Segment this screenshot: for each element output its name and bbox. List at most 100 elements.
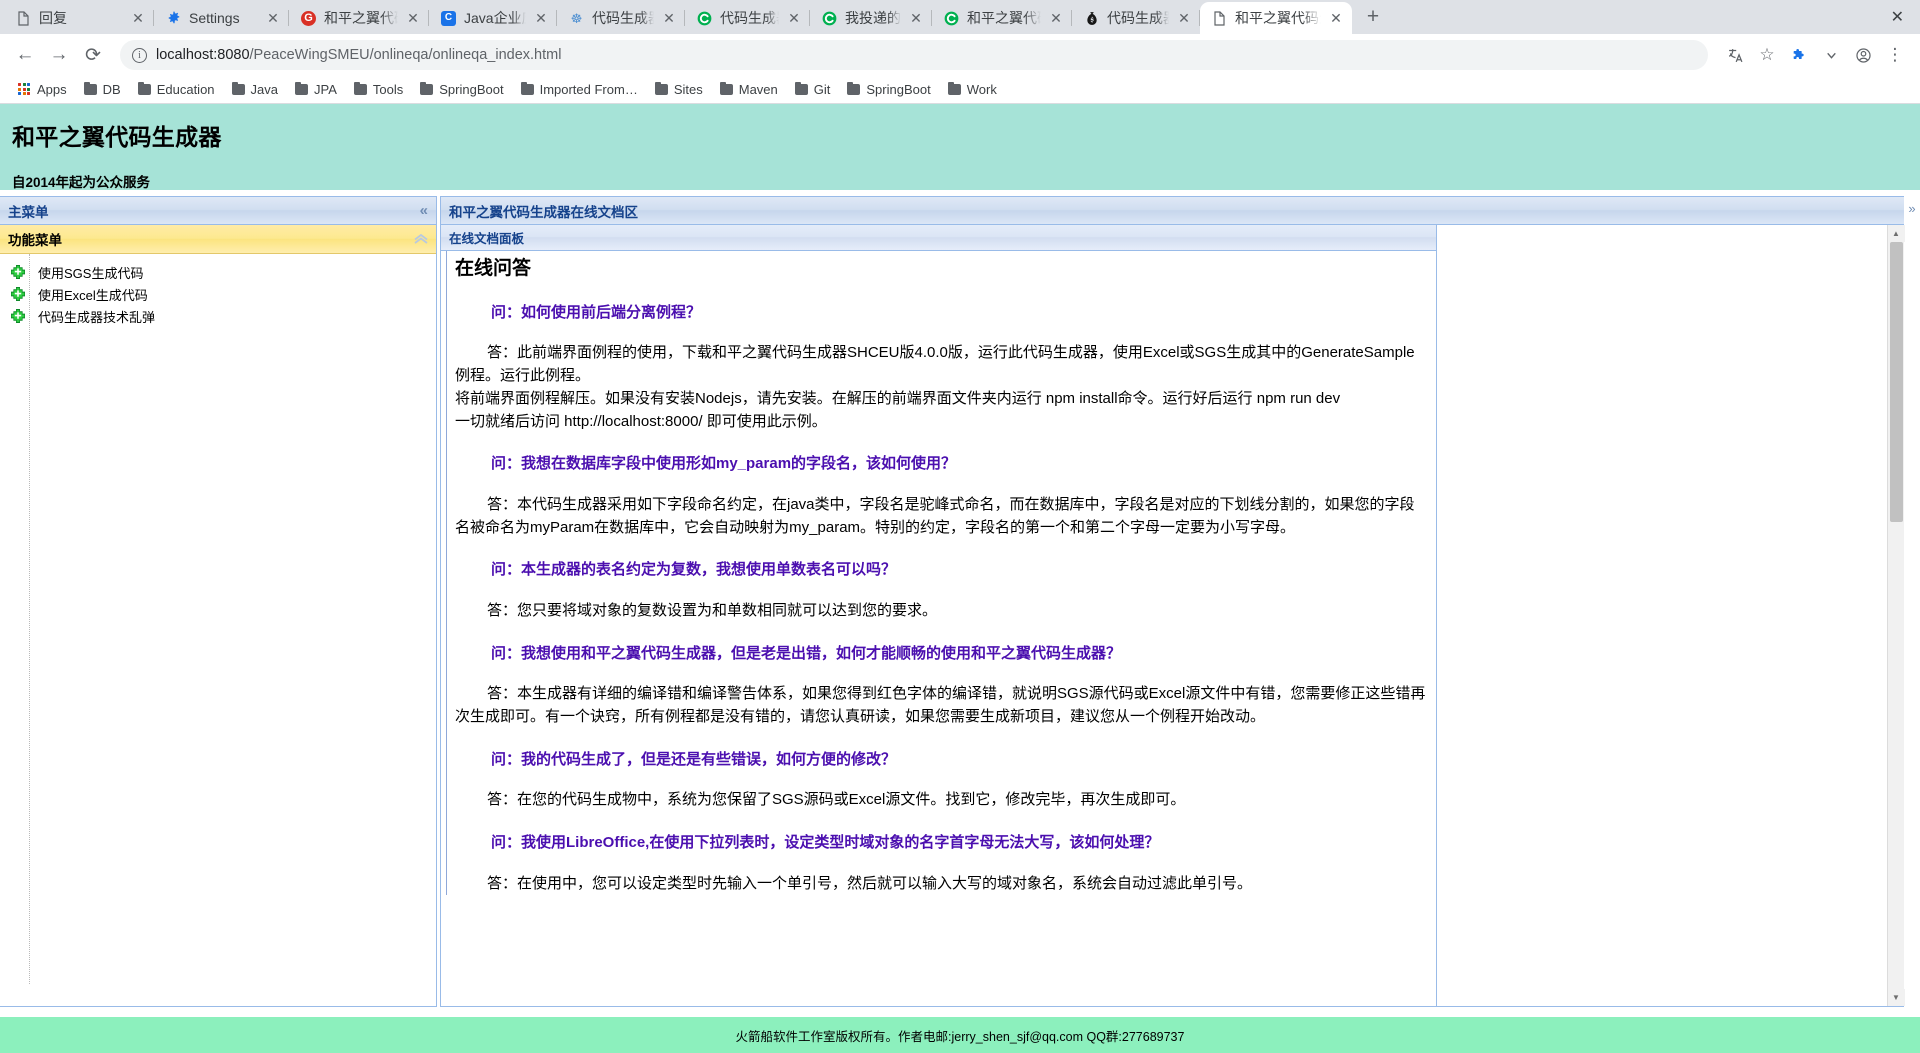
gear-icon bbox=[165, 10, 182, 27]
forum-icon: C bbox=[440, 10, 457, 27]
collapse-east-icon[interactable]: » bbox=[1904, 196, 1920, 1017]
qa-answer-line: 一切就绪后访问 http://localhost:8000/ 即可使用此示例。 bbox=[455, 412, 827, 430]
menu-tree-node[interactable]: 使用SGS生成代码 bbox=[8, 261, 436, 283]
browser-tab[interactable]: 和平之翼代码生成 ✕ bbox=[932, 2, 1072, 34]
chevron-down-icon[interactable] bbox=[1816, 40, 1846, 70]
site-header: 和平之翼代码生成器 自2014年起为公众服务 bbox=[0, 104, 1920, 190]
browser-tab[interactable]: ☸ 代码生成器技术乱弹 ✕ bbox=[557, 2, 685, 34]
site-info-icon[interactable]: i bbox=[132, 47, 147, 63]
plus-node-icon[interactable] bbox=[10, 308, 26, 324]
qa-answer: 答：本生成器有详细的编译错和编译警告体系，如果您得到红色字体的编译错，就说明SG… bbox=[455, 685, 1426, 726]
bookmark-item[interactable]: Tools bbox=[348, 79, 411, 100]
plus-node-icon[interactable] bbox=[10, 264, 26, 280]
window-close-button[interactable]: ✕ bbox=[1891, 7, 1904, 27]
address-bar[interactable]: i localhost:8080/PeaceWingSMEU/onlineqa/… bbox=[120, 40, 1708, 70]
tab-title: 和平之翼代码生成 bbox=[324, 10, 398, 26]
browser-tab[interactable]: 代码生成器 - MSD ✕ bbox=[685, 2, 810, 34]
bookmark-item[interactable]: Sites bbox=[649, 79, 711, 100]
bookmark-label: Java bbox=[250, 82, 278, 97]
folder-icon bbox=[719, 81, 733, 95]
scroll-up-arrow[interactable]: ▲ bbox=[1887, 225, 1905, 242]
bookmark-item[interactable]: DB bbox=[78, 79, 129, 100]
browser-tab[interactable]: Settings ✕ bbox=[154, 2, 289, 34]
browser-menu-icon[interactable]: ⋮ bbox=[1880, 40, 1910, 70]
new-tab-button[interactable]: + bbox=[1356, 2, 1390, 32]
bookmark-item[interactable]: Education bbox=[132, 79, 223, 100]
tab-close-icon[interactable]: ✕ bbox=[1176, 10, 1192, 26]
bookmark-label: Apps bbox=[37, 82, 67, 97]
tab-close-icon[interactable]: ✕ bbox=[1328, 10, 1344, 26]
tab-close-icon[interactable]: ✕ bbox=[533, 10, 549, 26]
document-icon bbox=[1211, 10, 1228, 27]
tab-close-icon[interactable]: ✕ bbox=[265, 10, 281, 26]
tab-close-icon[interactable]: ✕ bbox=[908, 10, 924, 26]
c-circle-icon bbox=[943, 10, 960, 27]
translate-icon[interactable] bbox=[1720, 40, 1750, 70]
bookmark-label: Sites bbox=[673, 82, 703, 97]
vertical-scrollbar[interactable]: ▲ ▼ bbox=[1887, 225, 1905, 1006]
function-menu-header[interactable]: 功能菜单 bbox=[0, 225, 436, 254]
tab-close-icon[interactable]: ✕ bbox=[786, 10, 802, 26]
bookmark-item[interactable]: Apps bbox=[12, 79, 75, 100]
bookmark-label: Work bbox=[966, 82, 997, 97]
folder-icon bbox=[654, 81, 668, 95]
extension-puzzle-icon[interactable] bbox=[1784, 40, 1814, 70]
forward-icon[interactable]: → bbox=[44, 40, 74, 70]
menu-tree-node-label: 代码生成器技术乱弹 bbox=[38, 309, 156, 325]
folder-icon bbox=[847, 81, 861, 95]
menu-tree-node[interactable]: 使用Excel生成代码 bbox=[8, 283, 436, 305]
footer-text: 火箭船软件工作室版权所有。作者电邮:jerry_shen_sjf@qq.com … bbox=[735, 1029, 1185, 1044]
tab-title: 回复 bbox=[39, 10, 67, 26]
page-subtitle: 自2014年起为公众服务 bbox=[12, 175, 151, 190]
bookmark-item[interactable]: Java bbox=[226, 79, 286, 100]
browser-tab[interactable]: 和平之翼代码生成 ✕ bbox=[1200, 2, 1352, 34]
qa-answer-line: 将前端界面例程解压。如果没有安装Nodejs，请先安装。在解压的前端界面文件夹内… bbox=[455, 389, 1341, 407]
browser-tab[interactable]: C Java企业应用论坛 ✕ bbox=[429, 2, 557, 34]
reload-icon[interactable]: ⟳ bbox=[78, 40, 108, 70]
bookmark-item[interactable]: SpringBoot bbox=[841, 79, 938, 100]
document-icon bbox=[15, 10, 32, 27]
bookmark-label: Maven bbox=[738, 82, 778, 97]
tab-close-icon[interactable]: ✕ bbox=[1048, 10, 1064, 26]
back-icon[interactable]: ← bbox=[10, 40, 40, 70]
scrollbar-thumb[interactable] bbox=[1890, 242, 1903, 522]
site-footer: 火箭船软件工作室版权所有。作者电邮:jerry_shen_sjf@qq.com … bbox=[0, 1017, 1920, 1053]
browser-tab[interactable]: 我投递的新闻 - M ✕ bbox=[810, 2, 932, 34]
bookmark-item[interactable]: Imported From… bbox=[515, 79, 646, 100]
doc-right-filler bbox=[1437, 225, 1904, 1006]
scroll-down-arrow[interactable]: ▼ bbox=[1887, 989, 1905, 1006]
doc-scroll-area[interactable]: 在线问答 问：如何使用前后端分离例程？ 答：此前端界面例程的使用，下载和平之翼代码… bbox=[441, 251, 1436, 1006]
function-menu-tree: 使用SGS生成代码 使用Excel生成代码代码生成器技术乱弹 bbox=[0, 254, 436, 1006]
bookmark-label: DB bbox=[102, 82, 121, 97]
browser-tab[interactable]: 回复 ✕ bbox=[4, 2, 154, 34]
c-circle-icon bbox=[696, 10, 713, 27]
browser-tab[interactable]: 代码生成器技术乱 ✕ bbox=[1072, 2, 1200, 34]
plus-node-icon[interactable] bbox=[10, 286, 26, 302]
doc-panel-title: 在线文档面板 bbox=[449, 232, 525, 246]
folder-icon bbox=[295, 81, 308, 95]
c-circle-icon bbox=[821, 10, 838, 27]
url-host: localhost:8080 bbox=[156, 47, 250, 63]
tab-close-icon[interactable]: ✕ bbox=[130, 10, 146, 26]
tab-close-icon[interactable]: ✕ bbox=[661, 10, 677, 26]
profile-avatar-icon[interactable] bbox=[1848, 40, 1878, 70]
bookmark-star-icon[interactable]: ☆ bbox=[1752, 40, 1782, 70]
bookmark-item[interactable]: Work bbox=[942, 79, 1005, 100]
tab-title: 代码生成器 - MSD bbox=[720, 10, 779, 26]
tab-title: 和平之翼代码生成 bbox=[1235, 10, 1321, 26]
csdn-icon: ☸ bbox=[570, 10, 583, 26]
qa-answer: 答：本代码生成器采用如下字段命名约定，在java类中，字段名是驼峰式命名，而在数… bbox=[455, 495, 1415, 536]
chevron-up-icon[interactable] bbox=[414, 231, 428, 247]
menu-tree-node[interactable]: 代码生成器技术乱弹 bbox=[8, 305, 436, 327]
browser-tab[interactable]: G 和平之翼代码生成 ✕ bbox=[289, 2, 429, 34]
collapse-west-icon[interactable]: « bbox=[420, 203, 428, 218]
main-menu-header: 主菜单 « bbox=[0, 197, 436, 225]
bookmark-item[interactable]: Git bbox=[789, 79, 839, 100]
doc-panel-header: 在线文档面板 bbox=[441, 225, 1436, 251]
bookmark-item[interactable]: SpringBoot bbox=[414, 79, 511, 100]
bookmark-item[interactable]: Maven bbox=[714, 79, 786, 100]
bookmark-label: Education bbox=[156, 82, 215, 97]
tab-close-icon[interactable]: ✕ bbox=[405, 10, 421, 26]
bookmark-item[interactable]: JPA bbox=[289, 79, 345, 100]
folder-icon bbox=[231, 81, 245, 95]
